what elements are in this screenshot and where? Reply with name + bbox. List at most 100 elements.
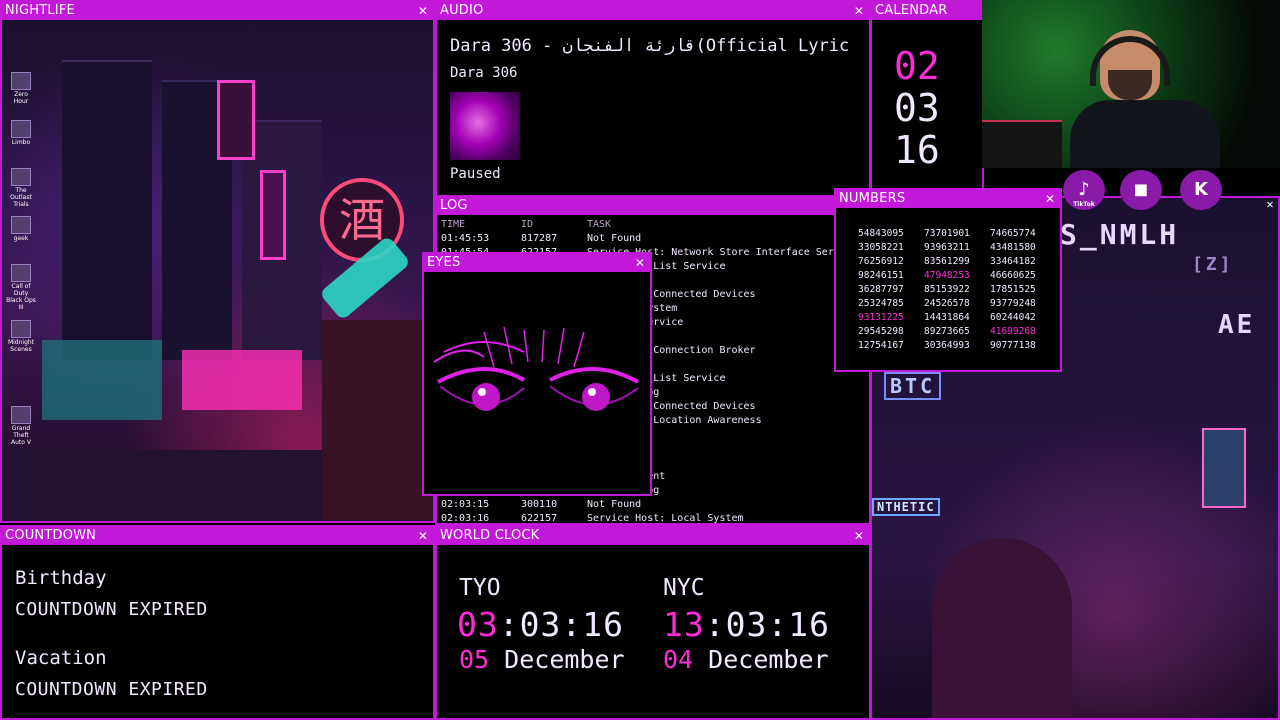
numbers-grid: 54843095 73701901 74665774 33058221 93963211…	[836, 208, 1060, 370]
close-icon[interactable]: ✕	[417, 2, 429, 20]
nightlife-scene: 酒 Zero Hour Limbo The Outlast Trials gee…	[2, 20, 433, 521]
numbers-row: 98246151 47948253 46660625	[858, 270, 1056, 281]
eyes-titlebar: EYES ✕	[424, 254, 650, 272]
playback-status: Paused	[450, 166, 501, 182]
calendar-panel: CALENDAR 02 03 16	[870, 0, 984, 197]
number-cell: 93131225	[858, 312, 904, 323]
countdown-name: Vacation	[15, 647, 107, 669]
log-id: 300110	[521, 499, 558, 510]
desktop-icon[interactable]: Call of Duty Black Ops III	[6, 264, 36, 311]
number-cell: 90777138	[990, 340, 1036, 351]
city-date: 04 December	[663, 645, 829, 674]
calendar-title: CALENDAR	[875, 3, 948, 18]
number-cell: 47948253	[924, 270, 970, 281]
numbers-panel: NUMBERS ✕ 54843095 73701901 74665774 330582…	[834, 188, 1062, 372]
number-cell: 43481580	[990, 242, 1036, 253]
twitch-icon[interactable]: ◼	[1120, 170, 1162, 210]
neon-sign-ae: AE	[1218, 310, 1256, 340]
log-id: 622157	[521, 513, 558, 524]
desktop-icon[interactable]: The Outlast Trials	[6, 168, 36, 208]
desktop-icon[interactable]: Midnight Scenes	[6, 320, 36, 353]
number-cell: 76256912	[858, 256, 904, 267]
number-cell: 29545298	[858, 326, 904, 337]
numbers-row: 36287797 85153922 17851525	[858, 284, 1056, 295]
nightlife-title: NIGHTLIFE	[5, 3, 75, 18]
number-cell: 89273665	[924, 326, 970, 337]
desktop-icon[interactable]: Grand Theft Auto V	[6, 406, 36, 446]
neon-sign-btc: BTC	[884, 372, 942, 400]
close-icon[interactable]: ✕	[634, 254, 646, 272]
numbers-titlebar: NUMBERS ✕	[836, 190, 1060, 208]
album-art	[450, 92, 520, 160]
number-cell: 98246151	[858, 270, 904, 281]
desktop-icon[interactable]: Zero Hour	[6, 72, 36, 105]
shop-front	[182, 350, 302, 410]
log-header-time: TIME	[441, 219, 466, 230]
webcam-feed	[982, 0, 1280, 168]
desktop-icon[interactable]: geek	[6, 216, 36, 242]
number-cell: 17851525	[990, 284, 1036, 295]
eyes-panel: EYES ✕	[422, 252, 652, 496]
desktop-icon[interactable]: Limbo	[6, 120, 36, 146]
log-title: LOG	[440, 198, 468, 213]
audio-titlebar: AUDIO ✕	[437, 2, 869, 20]
storefront	[322, 320, 432, 520]
track-title: Dara 306 - قارئة الفنجان(Official Lyrica…	[450, 36, 850, 56]
eyes-content	[424, 272, 650, 494]
city-day: 04	[663, 645, 694, 674]
game-icon	[11, 120, 31, 138]
close-icon[interactable]: ✕	[1044, 190, 1056, 208]
close-icon[interactable]: ✕	[417, 527, 429, 545]
anime-eyes-illustration	[433, 326, 639, 411]
log-id: 817287	[521, 233, 558, 244]
headset	[1090, 36, 1170, 86]
countdown-status: COUNTDOWN EXPIRED	[15, 599, 208, 620]
city-month: December	[708, 645, 829, 674]
game-icon	[11, 264, 31, 282]
kick-icon[interactable]: K	[1180, 170, 1222, 210]
neon-sign-sub: [Z]	[1192, 254, 1234, 275]
number-cell: 25324785	[858, 298, 904, 309]
numbers-row: 54843095 73701901 74665774	[858, 228, 1056, 239]
number-cell: 12754167	[858, 340, 904, 351]
desktop-icon-label: The Outlast Trials	[10, 187, 32, 208]
city-day: 05	[459, 645, 490, 674]
log-time: 01:45:53	[441, 233, 490, 244]
log-time: 02:03:16	[441, 513, 490, 524]
number-cell: 30364993	[924, 340, 970, 351]
calendar-line: 03	[894, 86, 940, 130]
number-cell: 85153922	[924, 284, 970, 295]
game-icon	[11, 168, 31, 186]
log-header-id: ID	[521, 219, 534, 230]
tiktok-icon[interactable]: ♪ TikTok	[1063, 170, 1105, 210]
kick-label: K	[1194, 179, 1208, 200]
number-cell: 36287797	[858, 284, 904, 295]
log-header-task: TASK	[587, 219, 612, 230]
city-minutes-seconds: :03:16	[498, 605, 624, 644]
log-task: Service Host: Local System	[587, 513, 744, 524]
close-icon[interactable]: ✕	[1262, 197, 1278, 213]
close-icon[interactable]: ✕	[853, 527, 865, 545]
number-cell: 54843095	[858, 228, 904, 239]
game-icon	[11, 320, 31, 338]
calendar-line: 02	[894, 44, 940, 88]
number-cell: 73701901	[924, 228, 970, 239]
close-icon[interactable]: ✕	[853, 2, 865, 20]
game-icon	[11, 406, 31, 424]
number-cell: 33058221	[858, 242, 904, 253]
city-month: December	[504, 645, 625, 674]
track-artist: Dara 306	[450, 65, 518, 81]
city-label: NYC	[663, 575, 705, 601]
number-cell: 24526578	[924, 298, 970, 309]
neon-sign-main: S_NMLH	[1060, 218, 1180, 251]
world-clock-titlebar: WORLD CLOCK ✕	[437, 527, 869, 545]
eyes-title: EYES	[427, 255, 461, 270]
audio-title: AUDIO	[440, 3, 484, 18]
game-icon	[11, 72, 31, 90]
desktop-icon-label: Zero Hour	[13, 91, 29, 105]
nightlife-titlebar: NIGHTLIFE ✕	[2, 2, 433, 20]
calendar-content: 02 03 16	[872, 20, 982, 195]
streamer-torso	[1070, 100, 1220, 168]
calendar-line: 16	[894, 128, 940, 172]
desktop-icon-label: geek	[13, 235, 29, 242]
